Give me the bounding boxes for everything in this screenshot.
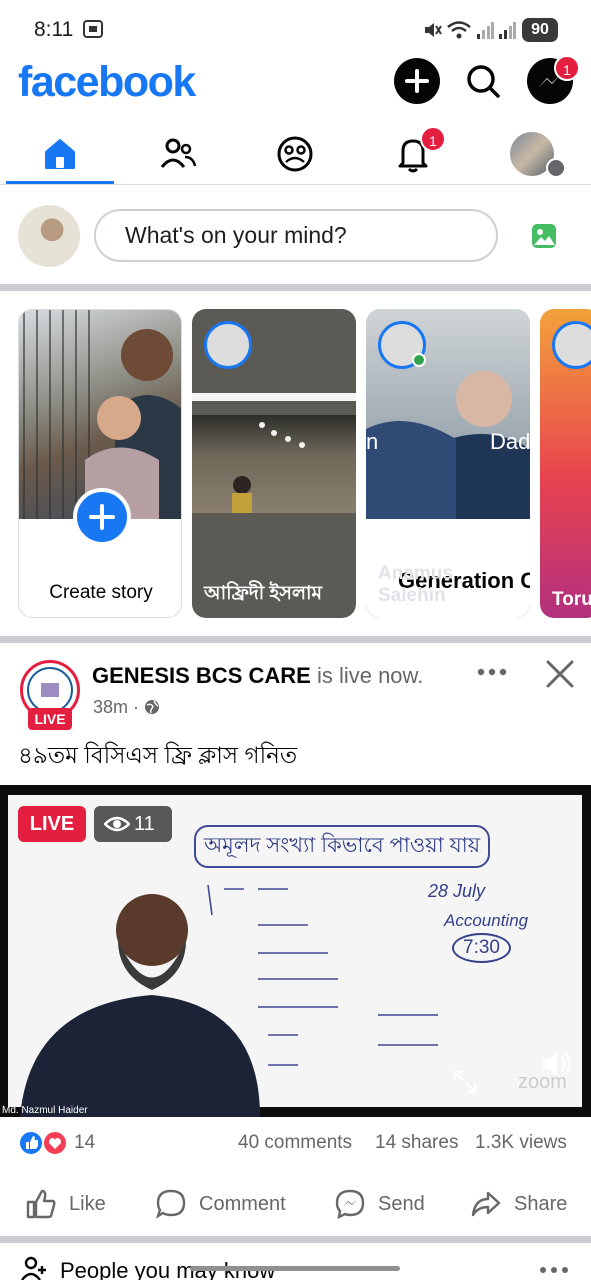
plus-icon (405, 69, 429, 93)
header-divider (0, 184, 591, 185)
story-2-overlay-top: Dad (490, 429, 530, 454)
status-bar: 8:11 90 (0, 0, 591, 58)
messenger-send-icon (335, 1189, 365, 1220)
story-crowd-photo (192, 415, 356, 513)
like-button[interactable]: Like (25, 1184, 106, 1224)
battery-indicator: 90 (522, 18, 558, 42)
viewer-count: 11 (94, 806, 172, 842)
signal-icon-2 (498, 20, 516, 45)
avatar-live-label: LIVE (28, 708, 72, 730)
story-2-name: Anamus Salehin (378, 563, 453, 606)
board-heading: অমূলদ সংখ্যা কিভাবে পাওয়া যায় (194, 825, 491, 868)
composer-avatar[interactable] (18, 205, 80, 267)
online-dot (412, 353, 426, 367)
section-divider-3 (0, 1236, 591, 1243)
story-3-name: Toru (552, 589, 591, 610)
search-icon (467, 65, 500, 98)
shares-count[interactable]: 14 shares (375, 1132, 458, 1154)
notifications-badge: 1 (420, 126, 446, 152)
gesture-bar (190, 1266, 400, 1271)
groups-icon (277, 136, 313, 172)
friends-icon (160, 138, 197, 168)
create-story-label: Create story (49, 582, 153, 603)
story-card-1[interactable]: আফ্রিদী ইসলাম (192, 309, 356, 618)
eye-icon (104, 816, 130, 832)
comment-icon (155, 1189, 186, 1219)
story-2-overlay-left: n (366, 429, 379, 454)
like-label: Like (69, 1192, 106, 1215)
comments-count[interactable]: 40 comments (238, 1132, 352, 1154)
photo-button[interactable] (530, 222, 558, 255)
page-name[interactable]: GENESIS BCS CARE (92, 663, 311, 688)
hide-post-button[interactable] (544, 658, 576, 695)
presenter-figure (20, 894, 260, 1117)
tab-groups[interactable] (247, 126, 343, 182)
more-icon (540, 1267, 568, 1273)
story-create[interactable]: Create story (18, 309, 182, 618)
search-button[interactable] (460, 58, 506, 104)
menu-icon (546, 158, 566, 178)
post-title: GENESIS BCS CARE is live now. (92, 663, 423, 689)
story-card-2[interactable]: n Dad Generation C Anamus Salehin (366, 309, 530, 618)
story-caption-strip (192, 393, 356, 401)
signal-icon-1 (476, 20, 494, 45)
post-meta: 38m · (93, 697, 160, 718)
share-button[interactable]: Share (470, 1184, 567, 1224)
plus-icon (89, 504, 115, 530)
views-count: 1.3K views (475, 1132, 567, 1153)
messenger-badge: 1 (554, 55, 580, 81)
share-icon (471, 1191, 501, 1217)
board-time: 7:30 (452, 933, 511, 963)
mute-icon (422, 20, 442, 45)
reaction-count[interactable]: 14 (74, 1132, 95, 1154)
close-icon (546, 660, 574, 688)
comment-button[interactable]: Comment (155, 1184, 286, 1224)
fullscreen-button[interactable] (452, 1069, 478, 1100)
expand-icon (454, 1071, 476, 1093)
status-time: 8:11 (34, 18, 74, 41)
volume-button[interactable] (540, 1049, 574, 1084)
photo-icon (532, 224, 556, 248)
live-status-text: is live now. (316, 663, 424, 688)
presenter-name: Md. Nazmul Haider (2, 1105, 88, 1116)
viewer-count-value: 11 (134, 813, 155, 835)
live-badge: LIVE (18, 806, 86, 842)
tab-menu[interactable] (484, 126, 580, 182)
section-divider-2 (0, 636, 591, 643)
like-icon (26, 1189, 56, 1219)
facebook-logo[interactable]: facebook (18, 58, 196, 107)
post-options-button[interactable] (476, 660, 510, 689)
post-time[interactable]: 38m (93, 697, 128, 717)
people-icon (20, 1256, 50, 1280)
story-3-avatar (552, 321, 591, 369)
wifi-icon (446, 19, 472, 46)
create-button[interactable] (394, 58, 440, 104)
story-card-3[interactable]: Toru (540, 309, 591, 618)
status-composer-input[interactable]: What's on your mind? (94, 209, 498, 262)
section-divider-1 (0, 284, 591, 291)
globe-icon (145, 700, 160, 714)
volume-icon (543, 1052, 571, 1076)
send-label: Send (378, 1192, 425, 1215)
reactions-summary[interactable] (18, 1130, 70, 1161)
comment-label: Comment (199, 1192, 286, 1215)
add-story-button[interactable] (73, 488, 131, 546)
story-1-avatar (204, 321, 252, 369)
tab-home[interactable] (12, 126, 108, 182)
tab-notifications[interactable] (365, 126, 461, 182)
screenshot-icon (82, 18, 104, 45)
more-icon (477, 668, 507, 676)
home-icon (45, 139, 75, 169)
post-text: ৪৯তম বিসিএস ফ্রি ক্লাস গনিত (18, 742, 298, 768)
share-label: Share (514, 1192, 568, 1215)
section-options-button[interactable] (538, 1260, 572, 1280)
send-button[interactable]: Send (334, 1184, 425, 1224)
live-video-player[interactable]: অমূলদ সংখ্যা কিভাবে পাওয়া যায় 28 July … (0, 785, 591, 1117)
tab-friends[interactable] (130, 126, 226, 182)
story-1-name: আফ্রিদী ইসলাম (204, 583, 323, 604)
